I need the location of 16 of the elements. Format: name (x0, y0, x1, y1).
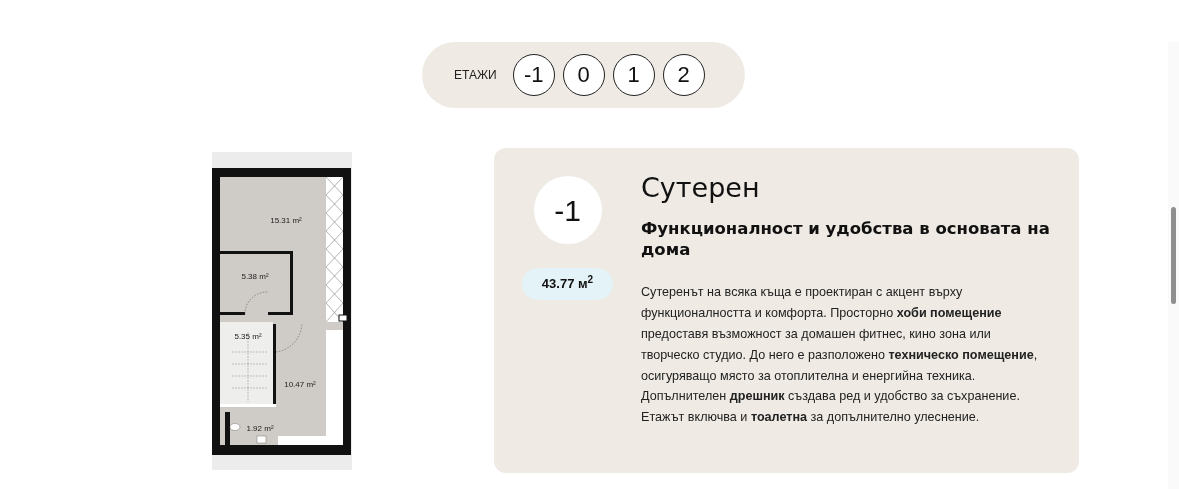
room-area-label: 5.35 m² (234, 332, 262, 341)
area-badge: 43.77 м$^{2}$ (521, 268, 614, 300)
floor-title: Сутерен (641, 172, 761, 205)
floor-description: Сутеренът на всяка къща е проектиран с акцент върху функционалността и комфорта. Просторно хоби помещение предоставя възможност за домашен фитнес, кино зона или творческо студио. До него е разположено техническо помещение, осигуряващо място за отоплителна и енергийна техника. Допълнителен дрешник създава ред и удобство за съхранение. Етажът включва и тоалетна за допълнително улеснение. (641, 284, 1039, 427)
room-area-label: 10.47 m² (284, 380, 316, 389)
room-area-label: 15.31 m² (270, 216, 302, 225)
scrollbar-thumb[interactable] (1171, 207, 1176, 304)
floor-number: -1 (533, 176, 602, 244)
floor-button[interactable]: 2 (662, 54, 705, 96)
floor-button[interactable]: 0 (562, 54, 605, 96)
floor-button[interactable]: 1 (612, 54, 655, 96)
room-area-label: 5.38 m² (241, 272, 269, 281)
floor-subtitle: Функционалност и удобства в основата на дома (641, 218, 1051, 261)
floors-label: ЕТАЖИ (454, 67, 497, 84)
floor-button[interactable]: -1 (512, 54, 555, 96)
room-area-label: 1.92 m² (246, 424, 274, 433)
